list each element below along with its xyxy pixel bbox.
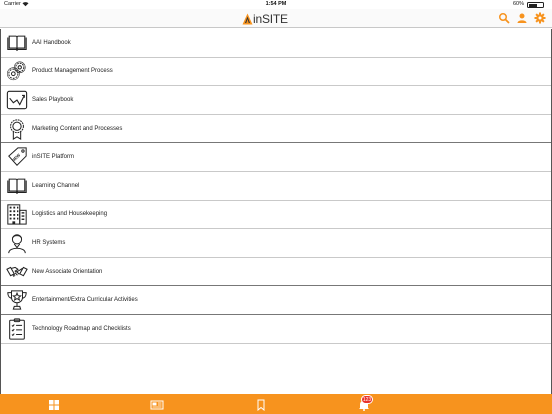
book-icon — [6, 175, 28, 197]
user-icon[interactable] — [516, 12, 528, 24]
nav-bar: inSITE — [0, 9, 552, 28]
menu-item-marketing-content[interactable]: Marketing Content and Processes — [1, 115, 551, 144]
menu-item-insite-platform[interactable]: NEW inSITE Platform — [1, 143, 551, 172]
menu-item-label: Sales Playbook — [32, 96, 74, 103]
menu-item-label: Learning Channel — [32, 182, 80, 189]
menu-item-label: Product Management Process — [32, 68, 113, 75]
battery-icon — [527, 2, 544, 8]
notification-badge: 123 — [361, 395, 373, 404]
trend-chart-icon — [6, 89, 28, 111]
menu-item-entertainment[interactable]: Entertainment/Extra Curricular Activitie… — [1, 286, 551, 315]
svg-text:NEW: NEW — [11, 153, 22, 163]
person-icon — [6, 232, 28, 254]
book-icon — [6, 32, 28, 54]
app-logo: inSITE — [242, 11, 288, 26]
new-tag-icon: NEW — [6, 146, 28, 168]
tab-bar — [0, 394, 552, 414]
checklist-icon — [6, 318, 28, 340]
award-ribbon-icon — [6, 118, 28, 140]
menu-item-hr-systems[interactable]: HR Systems — [1, 229, 551, 258]
menu-item-label: Logistics and Housekeeping — [32, 211, 108, 218]
menu-item-learning-channel[interactable]: Learning Channel — [1, 172, 551, 201]
menu-item-label: inSITE Platform — [32, 154, 75, 161]
menu-item-label: AAI Handbook — [32, 39, 71, 46]
menu-item-technology-roadmap[interactable]: Technology Roadmap and Checklists — [1, 315, 551, 344]
tab-bookmarks[interactable] — [254, 398, 268, 412]
gear-icon[interactable] — [534, 12, 546, 24]
menu-list: AAI Handbook Product Management Process … — [0, 29, 552, 394]
trophy-icon — [6, 289, 28, 311]
logo-text: inSITE — [253, 11, 288, 26]
menu-item-product-management[interactable]: Product Management Process — [1, 58, 551, 87]
grid-icon — [49, 400, 59, 410]
handshake-icon — [6, 261, 28, 283]
menu-item-label: Marketing Content and Processes — [32, 125, 123, 132]
menu-item-aai-handbook[interactable]: AAI Handbook — [1, 29, 551, 58]
menu-item-label: Technology Roadmap and Checklists — [32, 325, 131, 332]
menu-item-label: HR Systems — [32, 239, 66, 246]
clock: 1:54 PM — [265, 1, 287, 7]
logo-mark-icon — [242, 13, 253, 24]
gears-icon — [6, 60, 28, 82]
tab-home[interactable] — [47, 398, 61, 410]
bookmark-icon — [257, 399, 265, 412]
battery-percentage: 60% — [512, 1, 524, 7]
menu-item-label: Entertainment/Extra Curricular Activitie… — [32, 297, 138, 304]
menu-item-logistics[interactable]: Logistics and Housekeeping — [1, 201, 551, 230]
menu-item-label: New Associate Orientation — [32, 268, 103, 275]
tab-news[interactable] — [150, 398, 164, 410]
menu-item-sales-playbook[interactable]: Sales Playbook — [1, 86, 551, 115]
news-icon — [150, 400, 164, 410]
search-icon[interactable] — [498, 12, 510, 24]
status-bar: Carrier 1:54 PM 60% — [0, 0, 552, 9]
menu-item-new-associate-orientation[interactable]: New Associate Orientation — [1, 258, 551, 287]
building-icon — [6, 203, 28, 225]
